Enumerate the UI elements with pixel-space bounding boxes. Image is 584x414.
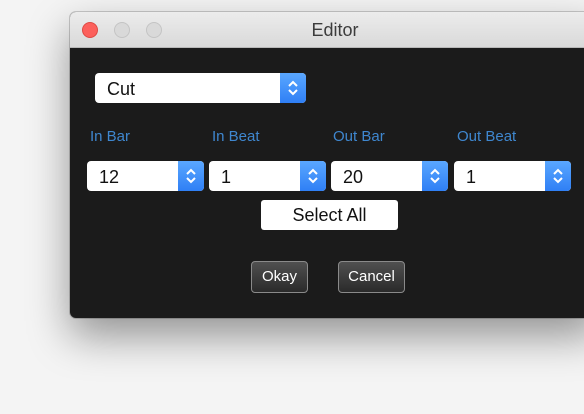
updown-chevron-icon — [280, 73, 306, 103]
in-beat-value: 1 — [221, 167, 232, 187]
mode-select[interactable]: Cut — [95, 73, 306, 103]
updown-chevron-icon — [545, 161, 571, 191]
in-bar-value: 12 — [99, 167, 120, 187]
out-beat-select[interactable]: 1 — [454, 161, 571, 191]
out-beat-value: 1 — [466, 167, 477, 187]
okay-button[interactable]: Okay — [251, 261, 308, 293]
out-bar-value: 20 — [343, 167, 364, 187]
title-bar: Editor — [70, 12, 584, 48]
in-beat-select[interactable]: 1 — [209, 161, 326, 191]
in-bar-select[interactable]: 12 — [87, 161, 204, 191]
updown-chevron-icon — [422, 161, 448, 191]
out-bar-select[interactable]: 20 — [331, 161, 448, 191]
select-all-button[interactable]: Select All — [261, 200, 398, 230]
window-title: Editor — [311, 20, 359, 40]
mode-select-value: Cut — [107, 79, 136, 99]
updown-chevron-icon — [300, 161, 326, 191]
updown-chevron-icon — [178, 161, 204, 191]
cancel-button[interactable]: Cancel — [338, 261, 405, 293]
